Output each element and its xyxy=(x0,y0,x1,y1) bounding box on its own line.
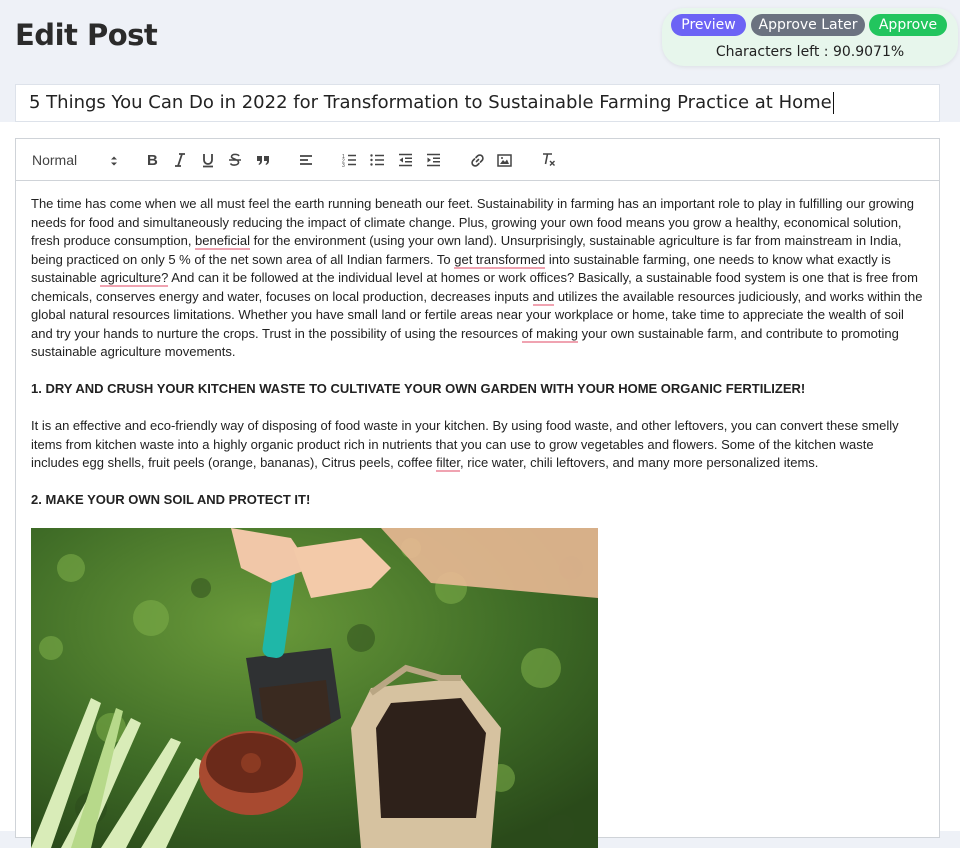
page-title: Edit Post xyxy=(15,18,158,52)
italic-icon[interactable] xyxy=(172,151,188,169)
align-left-icon[interactable] xyxy=(298,151,314,169)
ordered-list-icon[interactable]: 123 xyxy=(341,151,357,169)
underline-icon[interactable] xyxy=(200,151,216,169)
image-icon[interactable] xyxy=(496,151,512,169)
action-panel: Preview Approve Later Approve Characters… xyxy=(662,8,958,66)
clear-format-icon[interactable] xyxy=(540,151,556,169)
section-heading-2: 2. MAKE YOUR OWN SOIL AND PROTECT IT! xyxy=(31,492,311,507)
rich-text-editor: Normal B 123 The time has come when we a… xyxy=(15,138,940,848)
bold-icon[interactable]: B xyxy=(144,151,160,169)
spellcheck-word: get transformed xyxy=(454,251,546,269)
gardening-photo xyxy=(31,528,598,848)
svg-text:B: B xyxy=(147,152,158,168)
bullet-list-icon[interactable] xyxy=(369,151,385,169)
spellcheck-word: of making xyxy=(521,325,579,343)
link-icon[interactable] xyxy=(469,151,485,169)
intro-paragraph: The time has come when we all must feel … xyxy=(31,195,923,362)
editor-toolbar: Normal B 123 xyxy=(16,139,939,181)
post-title-text: 5 Things You Can Do in 2022 for Transfor… xyxy=(29,92,832,113)
characters-left-text: Characters left : 90.9071% xyxy=(715,44,905,60)
preview-button[interactable]: Preview xyxy=(671,14,746,36)
updown-arrows-icon xyxy=(110,153,118,171)
approve-later-button[interactable]: Approve Later xyxy=(751,14,865,36)
post-title-input[interactable]: 5 Things You Can Do in 2022 for Transfor… xyxy=(15,84,940,122)
spellcheck-word: and xyxy=(532,288,555,306)
text-caret xyxy=(832,92,834,114)
text-run: , rice water, chili leftovers, and many … xyxy=(460,455,819,470)
svg-text:3: 3 xyxy=(342,163,345,167)
indent-icon[interactable] xyxy=(425,151,441,169)
format-select-value: Normal xyxy=(32,152,78,168)
section-1-paragraph: It is an effective and eco-friendly way … xyxy=(31,417,923,473)
format-select[interactable]: Normal xyxy=(32,151,118,169)
editor-content[interactable]: The time has come when we all must feel … xyxy=(16,181,939,848)
section-heading-1: 1. DRY AND CRUSH YOUR KITCHEN WASTE TO C… xyxy=(31,381,806,396)
spellcheck-word: beneficial xyxy=(195,233,250,250)
spellcheck-word: filter xyxy=(436,455,461,472)
approve-button[interactable]: Approve xyxy=(869,14,947,36)
blockquote-icon[interactable] xyxy=(255,151,271,169)
strike-icon[interactable] xyxy=(227,151,243,169)
outdent-icon[interactable] xyxy=(397,151,413,169)
spellcheck-word: agriculture? xyxy=(100,270,169,287)
